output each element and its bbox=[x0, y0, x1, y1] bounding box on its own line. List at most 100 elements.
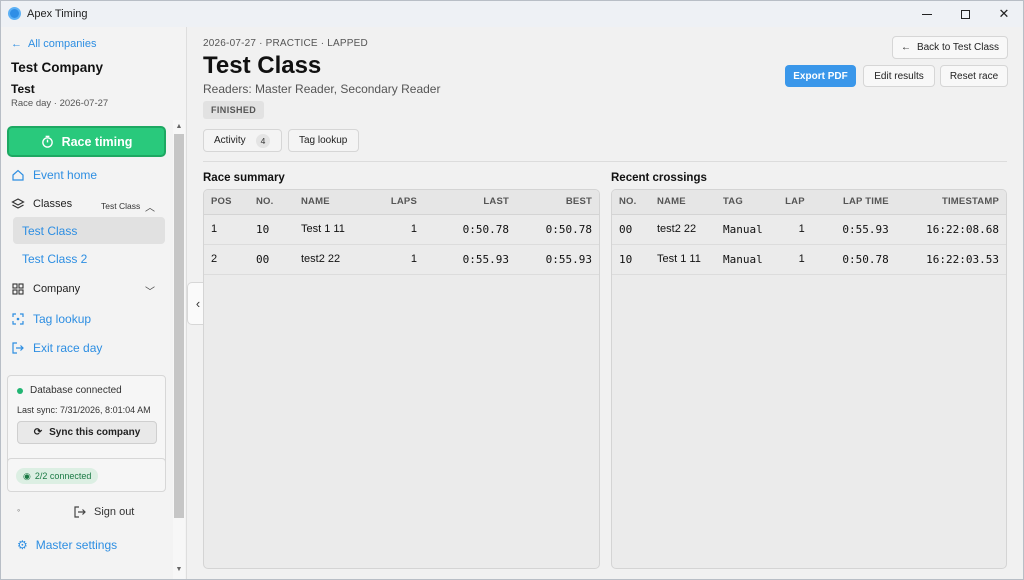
sync-company-label: Sync this company bbox=[49, 427, 141, 438]
number-cell: 00 bbox=[249, 244, 294, 275]
database-status-label: Database connected bbox=[30, 385, 122, 396]
layers-icon bbox=[11, 198, 25, 209]
connections-badge: ◉ 2/2 connected bbox=[16, 468, 99, 484]
column-header: BEST bbox=[516, 190, 599, 215]
column-header: POS bbox=[204, 190, 249, 215]
classes-current-badge: Test Class bbox=[101, 201, 141, 211]
back-to-class-button[interactable]: ← Back to Test Class bbox=[892, 36, 1008, 59]
sidebar-class-item-active[interactable]: Test Class bbox=[13, 217, 165, 244]
tab-tag-lookup[interactable]: Tag lookup bbox=[288, 129, 359, 152]
wifi-icon: ◉ bbox=[23, 470, 31, 481]
column-header: NAME bbox=[294, 190, 369, 215]
close-button[interactable]: ✕ bbox=[984, 1, 1024, 27]
back-to-class-label: Back to Test Class bbox=[916, 42, 1000, 53]
sidebar: ← All companies Test Company Test Race d… bbox=[1, 27, 187, 579]
lap-time-cell: 0:55.93 bbox=[811, 214, 896, 245]
lap-cell: 1 bbox=[769, 244, 812, 275]
sign-out-label: Sign out bbox=[94, 506, 135, 518]
number-cell: 10 bbox=[612, 244, 650, 275]
user-icon: ◦ bbox=[17, 505, 21, 515]
exit-icon bbox=[12, 342, 24, 354]
minimize-icon bbox=[922, 13, 932, 15]
lap-cell: 1 bbox=[769, 214, 812, 245]
sidebar-item-exit-race-day[interactable]: Exit race day bbox=[11, 341, 102, 355]
exit-race-day-label: Exit race day bbox=[33, 341, 103, 355]
last-cell: 0:50.78 bbox=[424, 214, 516, 245]
database-status: Database connected bbox=[17, 385, 122, 396]
reset-race-button[interactable]: Reset race bbox=[940, 65, 1008, 87]
race-meta: 2026-07-27 · PRACTICE · LAPPED bbox=[203, 38, 368, 49]
column-header: TIMESTAMP bbox=[895, 190, 1006, 215]
sidebar-item-classes[interactable]: Classes bbox=[11, 197, 72, 211]
sidebar-class-item[interactable]: Test Class 2 bbox=[22, 252, 87, 266]
laps-cell: 1 bbox=[369, 214, 424, 245]
recent-crossings-title: Recent crossings bbox=[611, 172, 707, 184]
tab-activity[interactable]: Activity 4 bbox=[203, 129, 282, 152]
table-header-row: NO. NAME TAG LAP LAP TIME TIMESTAMP bbox=[612, 190, 1006, 215]
chevron-down-icon[interactable]: ﹀ bbox=[145, 283, 155, 298]
column-header: LAP bbox=[769, 190, 812, 215]
scroll-up-icon[interactable]: ▲ bbox=[173, 121, 185, 133]
race-summary-table: POS NO. NAME LAPS LAST BEST 1 10 Test 1 … bbox=[204, 190, 599, 275]
sidebar-scrollbar[interactable]: ▲ ▼ bbox=[173, 120, 185, 579]
sidebar-item-tag-lookup[interactable]: Tag lookup bbox=[11, 312, 91, 326]
activity-count-badge: 4 bbox=[255, 133, 271, 148]
classes-label: Classes bbox=[33, 198, 73, 210]
table-row[interactable]: 2 00 test2 22 1 0:55.93 0:55.93 bbox=[204, 244, 599, 275]
table-header-row: POS NO. NAME LAPS LAST BEST bbox=[204, 190, 599, 215]
column-header: LAP TIME bbox=[811, 190, 896, 215]
sync-company-button[interactable]: ⟳ Sync this company bbox=[17, 421, 157, 444]
table-row[interactable]: 00 test2 22 Manual 1 0:55.93 16:22:08.68 bbox=[612, 214, 1006, 245]
scroll-down-icon[interactable]: ▼ bbox=[173, 564, 185, 576]
edit-results-button[interactable]: Edit results bbox=[863, 65, 935, 87]
stopwatch-icon bbox=[41, 135, 53, 148]
name-cell: test2 22 bbox=[650, 214, 716, 245]
sidebar-item-event-home[interactable]: Event home bbox=[11, 168, 97, 182]
minimize-button[interactable] bbox=[907, 1, 947, 27]
all-companies-label: All companies bbox=[28, 38, 97, 50]
company-name: Test Company bbox=[11, 60, 104, 75]
readers-text: Readers: Master Reader, Secondary Reader bbox=[203, 82, 441, 96]
scan-icon bbox=[12, 313, 24, 325]
refresh-icon: ⟳ bbox=[33, 427, 43, 438]
best-cell: 0:55.93 bbox=[516, 244, 599, 275]
sign-out-icon bbox=[74, 506, 86, 518]
chevron-up-icon[interactable]: ︿ bbox=[145, 199, 155, 214]
main-content: 2026-07-27 · PRACTICE · LAPPED Test Clas… bbox=[188, 27, 1024, 579]
sign-out-button[interactable]: Sign out bbox=[73, 505, 134, 519]
recent-crossings-panel: NO. NAME TAG LAP LAP TIME TIMESTAMP 00 t… bbox=[611, 189, 1007, 569]
all-companies-link[interactable]: ← All companies bbox=[11, 38, 96, 50]
company-label: Company bbox=[33, 283, 81, 295]
pos-cell: 2 bbox=[204, 244, 249, 275]
race-summary-panel: POS NO. NAME LAPS LAST BEST 1 10 Test 1 … bbox=[203, 189, 600, 569]
sidebar-item-company[interactable]: Company bbox=[11, 282, 80, 296]
column-header: NAME bbox=[650, 190, 716, 215]
page-title: Test Class bbox=[203, 52, 322, 79]
master-settings-link[interactable]: ⚙ Master settings bbox=[17, 538, 117, 552]
scroll-thumb[interactable] bbox=[174, 134, 184, 518]
race-summary-title: Race summary bbox=[203, 172, 285, 184]
race-timing-button[interactable]: Race timing bbox=[7, 126, 166, 157]
column-header: LAST bbox=[424, 190, 516, 215]
timestamp-cell: 16:22:03.53 bbox=[895, 244, 1006, 275]
maximize-button[interactable] bbox=[945, 1, 985, 27]
pos-cell: 1 bbox=[204, 214, 249, 245]
export-pdf-button[interactable]: Export PDF bbox=[785, 65, 856, 87]
column-header: NO. bbox=[612, 190, 650, 215]
maximize-icon bbox=[960, 9, 970, 19]
master-settings-label: Master settings bbox=[35, 538, 118, 552]
connections-label: 2/2 connected bbox=[34, 471, 92, 481]
table-row[interactable]: 10 Test 1 11 Manual 1 0:50.78 16:22:03.5… bbox=[612, 244, 1006, 275]
divider bbox=[203, 161, 1007, 162]
lap-time-cell: 0:50.78 bbox=[811, 244, 896, 275]
name-cell: Test 1 11 bbox=[650, 244, 716, 275]
column-header: LAPS bbox=[369, 190, 424, 215]
event-date: Race day · 2026-07-27 bbox=[11, 98, 109, 109]
table-row[interactable]: 1 10 Test 1 11 1 0:50.78 0:50.78 bbox=[204, 214, 599, 245]
title-bar: Apex Timing ✕ bbox=[1, 1, 1023, 27]
app-logo-icon bbox=[8, 7, 21, 20]
grid-icon bbox=[12, 283, 24, 295]
status-badge: FINISHED bbox=[203, 101, 265, 119]
gear-icon: ⚙ bbox=[17, 538, 28, 552]
number-cell: 00 bbox=[612, 214, 650, 245]
